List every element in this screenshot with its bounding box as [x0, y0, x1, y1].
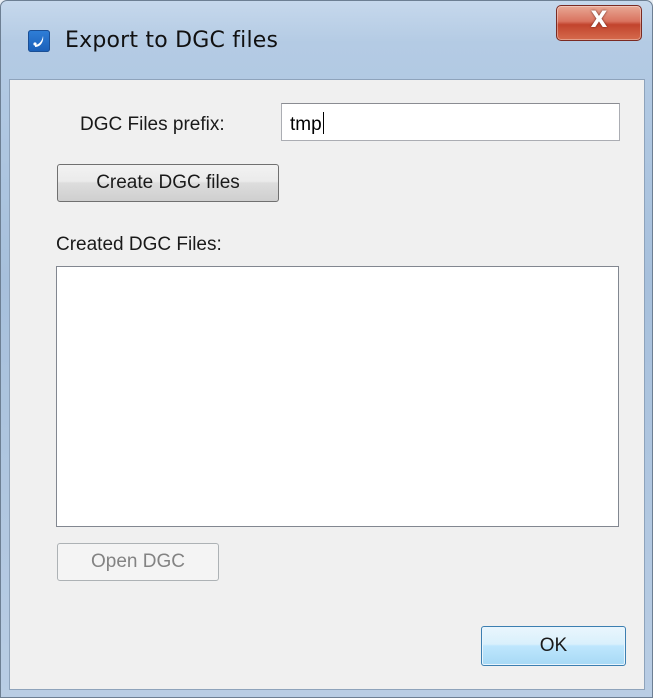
create-dgc-files-button[interactable]: Create DGC files — [57, 164, 279, 202]
close-button[interactable]: X — [556, 5, 642, 41]
close-icon: X — [590, 8, 608, 33]
created-files-list[interactable] — [56, 266, 619, 527]
app-logo-icon — [28, 30, 50, 52]
text-caret — [322, 112, 324, 134]
prefix-input-value: tmp — [290, 114, 322, 135]
ok-button[interactable]: OK — [481, 626, 626, 666]
prefix-input[interactable]: tmp — [281, 103, 620, 141]
open-dgc-button: Open DGC — [57, 543, 219, 581]
export-dialog-window: Export to DGC files X DGC Files prefix: … — [0, 0, 653, 698]
dialog-content: DGC Files prefix: tmp Create DGC files C… — [9, 79, 645, 690]
title-bar[interactable]: Export to DGC files X — [1, 1, 652, 79]
created-files-label: Created DGC Files: — [56, 234, 222, 255]
prefix-label: DGC Files prefix: — [80, 114, 225, 135]
window-title: Export to DGC files — [65, 28, 279, 53]
